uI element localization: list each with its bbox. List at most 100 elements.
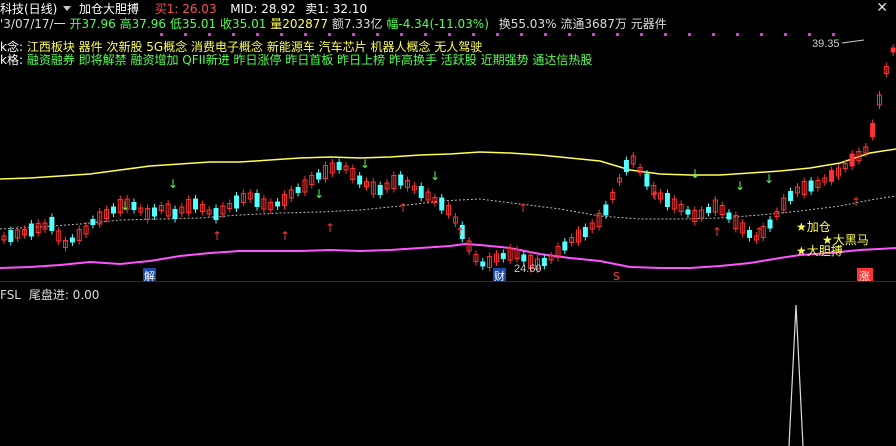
panel-divider xyxy=(0,281,896,282)
lower-band-line xyxy=(0,242,896,269)
up-arrow-icon: ↑ xyxy=(325,221,335,235)
subchart-label[interactable]: FSL xyxy=(0,288,21,302)
legend-jiacang: ★加仓 xyxy=(796,220,831,234)
grid-dot xyxy=(688,33,691,36)
grid-dot xyxy=(712,33,715,36)
candle-body xyxy=(603,204,609,216)
stock-title[interactable]: 科技(日线) xyxy=(0,2,57,16)
info-open: 开37.96 xyxy=(69,17,116,31)
indicator-name[interactable]: 加仓大胆搏 xyxy=(79,2,139,16)
max-price-label: 39.35 xyxy=(812,38,840,50)
grid-dot xyxy=(400,33,403,36)
candle-body xyxy=(28,223,34,237)
candle-body xyxy=(808,180,814,192)
buy-label: 买1: xyxy=(154,2,179,16)
candle-body xyxy=(644,173,650,187)
up-arrow-icon: ↑ xyxy=(851,195,861,209)
grid-dot xyxy=(640,33,643,36)
down-arrow-icon: ↓ xyxy=(168,177,178,191)
chevron-down-icon[interactable] xyxy=(63,6,72,11)
grid-dot xyxy=(208,33,211,36)
candle-body xyxy=(316,172,322,180)
concept-label: k念: xyxy=(0,40,23,54)
candle-body xyxy=(110,206,116,214)
grid-dot xyxy=(760,33,763,36)
candle-body xyxy=(623,160,629,172)
grid-dot xyxy=(184,33,187,36)
grid-dot xyxy=(304,33,307,36)
down-arrow-icon: ↓ xyxy=(764,172,774,186)
candle-body xyxy=(69,237,75,243)
style-row: k格: 融资融券 即将解禁 融资增加 QFII新进 昨日涨停 昨日首板 昨日上榜… xyxy=(0,53,592,67)
info-close: 收35.01 xyxy=(220,17,267,31)
candle-body xyxy=(541,258,547,266)
grid-dot xyxy=(424,33,427,36)
grid-dot xyxy=(544,33,547,36)
info-high: 高37.96 xyxy=(119,17,166,31)
candle-body xyxy=(172,209,178,219)
up-arrow-icon: ↑ xyxy=(280,229,290,243)
grid-dot xyxy=(256,33,259,36)
candle-body xyxy=(500,253,506,259)
down-arrow-icon: ↓ xyxy=(690,167,700,181)
candle-body xyxy=(685,209,691,215)
down-arrow-icon: ↓ xyxy=(360,157,370,171)
candle-body xyxy=(829,170,835,182)
title-row: 科技(日线) 加仓大胆搏 买1: 26.03 MID: 28.92 卖1: 32… xyxy=(0,2,367,16)
style-text[interactable]: 融资融券 即将解禁 融资增加 QFII新进 昨日涨停 昨日首板 昨日上榜 昨高换… xyxy=(27,53,593,67)
mid-label: MID: xyxy=(230,2,258,16)
up-arrow-icon: ↑ xyxy=(212,229,222,243)
candle-body xyxy=(234,195,240,209)
grid-dot xyxy=(232,33,235,36)
subchart-text: 尾盘进: 0.00 xyxy=(28,288,100,302)
candle-body xyxy=(664,193,670,207)
sell-value: 32.10 xyxy=(332,2,368,16)
grid-dot xyxy=(160,33,163,36)
grid-dot xyxy=(376,33,379,36)
grid-dot xyxy=(280,33,283,36)
candle-body xyxy=(213,208,219,220)
candle-body xyxy=(582,227,588,237)
grid-dot xyxy=(496,33,499,36)
grid-dot xyxy=(472,33,475,36)
up-arrow-icon: ↑ xyxy=(518,201,528,215)
candle-body xyxy=(49,217,55,231)
candle-body xyxy=(90,219,96,225)
info-low: 低35.01 xyxy=(169,17,217,31)
up-arrow-icon: ↑ xyxy=(398,201,408,215)
info-volume: 量202877 xyxy=(270,17,328,31)
down-arrow-icon: ↓ xyxy=(735,179,745,193)
concept-text[interactable]: 江西板块 器件 次新股 5G概念 消费电子概念 新能源车 汽车芯片 机器人概念 … xyxy=(27,40,482,54)
grid-dot xyxy=(592,33,595,36)
candle-body xyxy=(747,230,753,238)
candle-body xyxy=(439,197,445,211)
up-arrow-icon: ↑ xyxy=(455,225,465,239)
close-icon[interactable]: ✕ xyxy=(876,0,888,16)
up-arrow-icon: ↑ xyxy=(754,225,764,239)
candle-body xyxy=(275,201,281,207)
candle-body xyxy=(767,219,773,229)
sell-label: 卖1: xyxy=(305,2,329,16)
grid-dot xyxy=(328,33,331,36)
candle-body xyxy=(521,254,527,262)
grid-dot xyxy=(832,33,835,36)
candle-body xyxy=(726,212,732,220)
info-float: 流通3687万 xyxy=(560,17,627,31)
candle-body xyxy=(788,191,794,201)
candle-body xyxy=(151,207,157,217)
candles-group: ↑ ↑ ↑ ↑ ↑ ↑ ↑ ↑ ↑ ↑ ↓ ↓ ↓ ↓ ↓ ↓ ↓ ↓ xyxy=(1,44,896,273)
max-price-pointer xyxy=(841,39,865,44)
grid-dot xyxy=(808,33,811,36)
style-label: k格: xyxy=(0,53,23,67)
upper-band-line xyxy=(0,148,896,180)
candle-body xyxy=(890,47,896,53)
concept-row: k念: 江西板块 器件 次新股 5G概念 消费电子概念 新能源车 汽车芯片 机器… xyxy=(0,40,482,54)
candle-body xyxy=(418,186,424,198)
mid-value: 28.92 xyxy=(261,2,296,16)
top-dots xyxy=(160,33,835,36)
candle-body xyxy=(254,193,260,207)
grid-dot xyxy=(664,33,667,36)
info-date: '3/07/17/一 xyxy=(0,17,66,31)
candle-body xyxy=(480,261,486,267)
buy-value: 26.03 xyxy=(182,2,217,16)
